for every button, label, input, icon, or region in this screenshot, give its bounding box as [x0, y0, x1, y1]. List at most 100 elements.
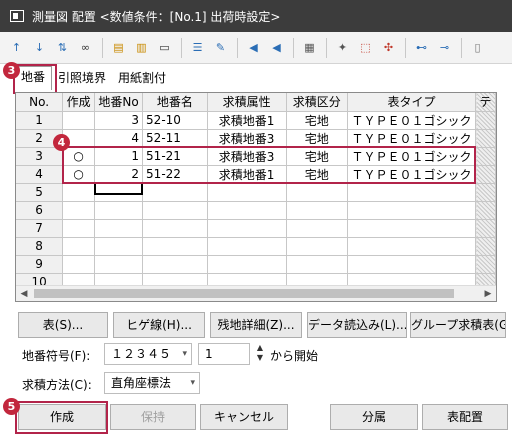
- zanchi-button[interactable]: 残地詳細(Z)...: [210, 312, 302, 338]
- list-icon[interactable]: ☰: [187, 37, 208, 59]
- hige-button[interactable]: ヒゲ線(H)...: [113, 312, 205, 338]
- table-row[interactable]: 9: [16, 255, 496, 274]
- hyo-type-cell[interactable]: [347, 255, 477, 274]
- sakusei-cell[interactable]: [62, 237, 96, 256]
- hyo-type-cell[interactable]: [347, 183, 477, 202]
- kyuseki-zokusei-cell[interactable]: [207, 219, 287, 238]
- column-copy-icon[interactable]: ▥: [131, 37, 152, 59]
- kyuseki-kubun-cell[interactable]: [286, 255, 349, 274]
- chiban-grid[interactable]: No. 作成 地番No 地番名 求積属性 求積区分 表タイプ テ 1 3 52-10…: [15, 92, 497, 302]
- te-cell[interactable]: [475, 255, 496, 274]
- binoculars-icon[interactable]: ∞: [75, 37, 96, 59]
- sort-icon[interactable]: ⇅: [52, 37, 73, 59]
- kyuseki-kubun-cell[interactable]: [286, 237, 349, 256]
- kyuseki-kubun-cell[interactable]: 宅地: [286, 111, 349, 130]
- link-right-icon[interactable]: ⊸: [434, 37, 455, 59]
- chiban-name-cell[interactable]: [142, 255, 208, 274]
- table-button[interactable]: 表(S)...: [18, 312, 108, 338]
- scrollbar-thumb[interactable]: [34, 289, 454, 298]
- speaker-icon[interactable]: ◀: [243, 37, 264, 59]
- chiban-no-cell[interactable]: [94, 237, 144, 256]
- column-insert-icon[interactable]: ▤: [108, 37, 129, 59]
- pin-icon[interactable]: ✦: [332, 37, 353, 59]
- kyuseki-kubun-cell[interactable]: [286, 219, 349, 238]
- speaker-settings-icon[interactable]: ◀: [266, 37, 287, 59]
- kyuseki-zokusei-cell[interactable]: [207, 183, 287, 202]
- header-hyo-type[interactable]: 表タイプ: [347, 93, 477, 112]
- hyo-type-cell[interactable]: ＴＹＰＥ０１ゴシック: [347, 111, 477, 130]
- table-row[interactable]: 2 4 52-11 求積地番3 宅地 ＴＹＰＥ０１ゴシック: [16, 129, 496, 148]
- kyuseki-zokusei-cell[interactable]: 求積地番1: [207, 111, 287, 130]
- cancel-button[interactable]: キャンセル: [200, 404, 288, 430]
- tool-icon[interactable]: ✣: [378, 37, 399, 59]
- scroll-right-icon[interactable]: ▶: [480, 286, 496, 301]
- te-cell[interactable]: [475, 183, 496, 202]
- kyuseki-zokusei-cell[interactable]: [207, 201, 287, 220]
- header-chiban-name[interactable]: 地番名: [142, 93, 208, 112]
- chiban-no-cell[interactable]: [94, 201, 144, 220]
- hold-button[interactable]: 保持: [110, 404, 196, 430]
- table-row[interactable]: 5: [16, 183, 496, 202]
- header-sakusei[interactable]: 作成: [62, 93, 96, 112]
- kyuseki-kubun-cell[interactable]: [286, 201, 349, 220]
- start-number-stepper[interactable]: ▲ ▼: [254, 343, 266, 365]
- te-cell[interactable]: [475, 201, 496, 220]
- chiban-name-cell[interactable]: [142, 219, 208, 238]
- arrow-up-icon[interactable]: ↑: [6, 37, 27, 59]
- sakusei-cell[interactable]: [62, 183, 96, 202]
- kyuseki-kubun-cell[interactable]: [286, 183, 349, 202]
- hyo-haichi-button[interactable]: 表配置: [422, 404, 508, 430]
- bunzoku-button[interactable]: 分属: [330, 404, 418, 430]
- chiban-name-cell[interactable]: [142, 201, 208, 220]
- arrow-down-icon[interactable]: ↓: [29, 37, 50, 59]
- edit-icon[interactable]: ✎: [210, 37, 231, 59]
- sakusei-cell[interactable]: [62, 255, 96, 274]
- hyo-type-cell[interactable]: [347, 237, 477, 256]
- sakusei-cell[interactable]: [62, 111, 96, 130]
- tab-yoshi-waritsuke[interactable]: 用紙割付: [112, 68, 172, 90]
- chiban-name-cell[interactable]: [142, 237, 208, 256]
- kyuseki-zokusei-cell[interactable]: 求積地番3: [207, 129, 287, 148]
- table-row[interactable]: 6: [16, 201, 496, 220]
- header-kyuseki-zokusei[interactable]: 求積属性: [207, 93, 287, 112]
- te-cell[interactable]: [475, 165, 496, 184]
- te-cell[interactable]: [475, 237, 496, 256]
- chiban-no-cell[interactable]: 3: [94, 111, 144, 130]
- doc-icon[interactable]: ▯: [467, 37, 488, 59]
- hyo-type-cell[interactable]: [347, 201, 477, 220]
- kyuseki-kubun-cell[interactable]: 宅地: [286, 129, 349, 148]
- chiban-no-cell[interactable]: 4: [94, 129, 144, 148]
- chiban-no-cell[interactable]: [94, 219, 144, 238]
- link-icon[interactable]: ⊷: [411, 37, 432, 59]
- import-button[interactable]: データ読込み(L)...: [307, 312, 407, 338]
- tab-insho-kyokai[interactable]: 引照境界: [52, 68, 112, 90]
- table-row[interactable]: 8: [16, 237, 496, 256]
- chiban-name-cell[interactable]: 52-11: [142, 129, 208, 148]
- te-cell[interactable]: [475, 147, 496, 166]
- header-kyuseki-kubun[interactable]: 求積区分: [286, 93, 349, 112]
- header-te[interactable]: テ: [475, 93, 496, 112]
- kyuseki-method-select[interactable]: 直角座標法 ▾: [104, 372, 200, 394]
- chiban-fugo-select[interactable]: １２３４５ ▾: [104, 343, 192, 365]
- start-number-input[interactable]: 1: [198, 343, 250, 365]
- scroll-left-icon[interactable]: ◀: [16, 286, 32, 301]
- te-cell[interactable]: [475, 219, 496, 238]
- te-cell[interactable]: [475, 111, 496, 130]
- header-no[interactable]: No.: [16, 93, 64, 112]
- table-row[interactable]: 1 3 52-10 求積地番1 宅地 ＴＹＰＥ０１ゴシック: [16, 111, 496, 130]
- sakusei-cell[interactable]: [62, 201, 96, 220]
- sakusei-cell[interactable]: [62, 219, 96, 238]
- chiban-name-cell[interactable]: 52-10: [142, 111, 208, 130]
- grid-icon[interactable]: ▦: [299, 37, 320, 59]
- field-icon[interactable]: ▭: [154, 37, 175, 59]
- kyuseki-zokusei-cell[interactable]: [207, 255, 287, 274]
- group-table-button[interactable]: グループ求積表(G: [410, 312, 506, 338]
- chiban-no-cell[interactable]: [94, 255, 144, 274]
- chiban-name-cell[interactable]: [142, 183, 208, 202]
- select-icon[interactable]: ⬚: [355, 37, 376, 59]
- header-chiban-no[interactable]: 地番No: [94, 93, 144, 112]
- horizontal-scrollbar[interactable]: ◀ ▶: [16, 285, 496, 301]
- te-cell[interactable]: [475, 129, 496, 148]
- hyo-type-cell[interactable]: [347, 219, 477, 238]
- kyuseki-zokusei-cell[interactable]: [207, 237, 287, 256]
